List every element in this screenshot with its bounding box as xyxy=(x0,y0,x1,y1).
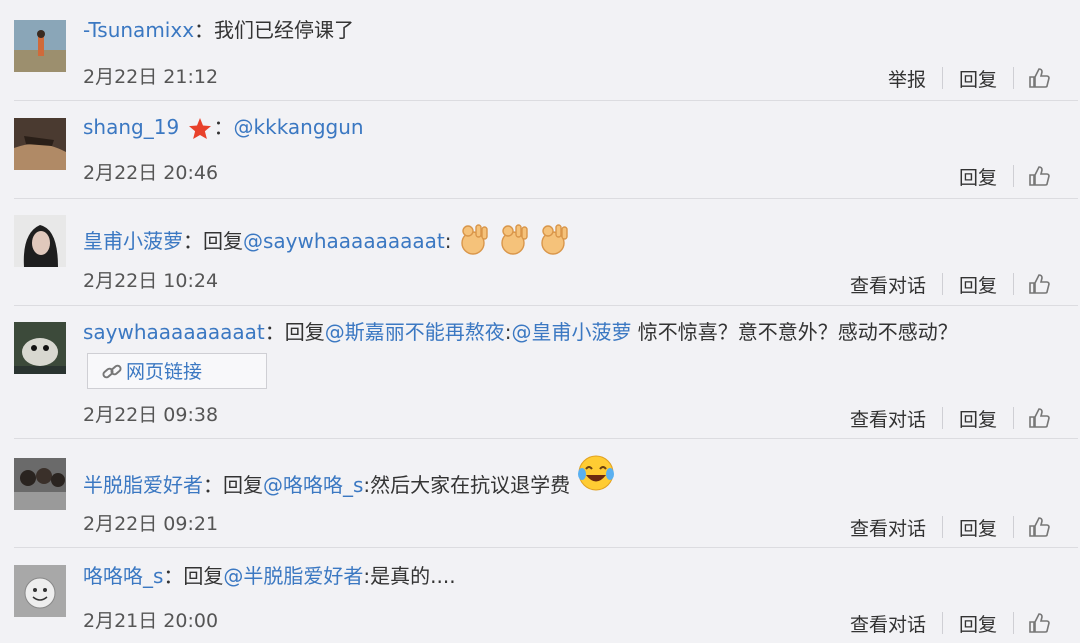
red-star-icon[interactable] xyxy=(188,117,212,141)
comment-item: -Tsunamixx：我们已经停课了 2月22日 21:12 举报 回复 xyxy=(0,0,1080,100)
comment-username[interactable]: 皇甫小菠萝 xyxy=(83,229,183,253)
reply-button[interactable]: 回复 xyxy=(943,163,1013,190)
comment-actions: 举报 回复 xyxy=(872,63,1050,93)
comment-timestamp: 2月22日 20:46 xyxy=(83,162,219,184)
thumbs-up-icon xyxy=(1029,274,1050,294)
comment-text: 我们已经停课了 xyxy=(214,18,355,42)
avatar[interactable] xyxy=(14,458,66,510)
thumbs-up-icon xyxy=(1029,68,1050,88)
view-conversation-button[interactable]: 查看对话 xyxy=(834,514,942,541)
reply-prefix: 回复 xyxy=(203,229,243,253)
ok-hand-emoji xyxy=(458,221,574,264)
comment-timestamp: 2月22日 09:21 xyxy=(83,513,219,535)
comment-content: shang_19 ：@kkkanggun xyxy=(83,113,364,141)
reply-prefix: 回复 xyxy=(223,473,263,497)
thumbs-up-icon xyxy=(1029,408,1050,428)
mention-link[interactable]: @半脱脂爱好者 xyxy=(223,564,363,588)
report-button[interactable]: 举报 xyxy=(872,65,942,92)
like-button[interactable] xyxy=(1014,612,1050,634)
tears-of-joy-emoji xyxy=(577,454,615,499)
mention-link[interactable]: @斯嘉丽不能再熬夜 xyxy=(325,320,505,344)
like-button[interactable] xyxy=(1014,67,1050,89)
colon-separator: ： xyxy=(213,115,234,139)
like-button[interactable] xyxy=(1014,273,1050,295)
view-conversation-button[interactable]: 查看对话 xyxy=(834,271,942,298)
comment-text: : xyxy=(444,229,452,253)
avatar[interactable] xyxy=(14,322,66,374)
comment-actions: 查看对话 回复 xyxy=(834,608,1050,638)
mention-link[interactable]: @kkkanggun xyxy=(234,115,364,139)
comment-text: 惊不惊喜？意不意外？感动不感动？ xyxy=(631,320,958,344)
thumbs-up-icon xyxy=(1029,166,1050,186)
avatar[interactable] xyxy=(14,565,66,617)
comment-timestamp: 2月22日 10:24 xyxy=(83,270,219,292)
colon-separator: ： xyxy=(163,564,184,588)
colon-separator: ： xyxy=(264,320,285,344)
mention-link[interactable]: @咯咯咯_s xyxy=(263,473,363,497)
comment-item: 半脱脂爱好者：回复@咯咯咯_s:然后大家在抗议退学费 2月22日 09:21 查… xyxy=(0,439,1080,547)
web-link-card[interactable]: 网页链接 xyxy=(87,353,267,389)
comment-actions: 查看对话 回复 xyxy=(834,512,1050,542)
reply-prefix: 回复 xyxy=(284,320,325,344)
like-button[interactable] xyxy=(1014,516,1050,538)
link-label: 网页链接 xyxy=(126,361,203,383)
mention-link[interactable]: @saywhaaaaaaaaat xyxy=(243,229,445,253)
avatar[interactable] xyxy=(14,118,66,170)
comment-content: -Tsunamixx：我们已经停课了 xyxy=(83,16,354,44)
reply-button[interactable]: 回复 xyxy=(943,405,1013,432)
view-conversation-button[interactable]: 查看对话 xyxy=(834,610,942,637)
comment-timestamp: 2月22日 09:38 xyxy=(83,404,219,426)
comment-timestamp: 2月21日 20:00 xyxy=(83,610,219,632)
like-button[interactable] xyxy=(1014,165,1050,187)
comment-actions: 查看对话 回复 xyxy=(834,269,1050,299)
comment-item: 皇甫小菠萝：回复@saywhaaaaaaaaat: 2月22日 10:24 查看… xyxy=(0,199,1080,305)
comment-username[interactable]: 咯咯咯_s xyxy=(83,564,163,588)
reply-button[interactable]: 回复 xyxy=(943,610,1013,637)
comment-username[interactable]: saywhaaaaaaaaat xyxy=(83,320,265,344)
comment-timestamp: 2月22日 21:12 xyxy=(83,66,219,88)
comment-actions: 回复 xyxy=(943,161,1050,191)
comment-username[interactable]: -Tsunamixx xyxy=(83,18,194,42)
colon-separator: ： xyxy=(203,473,223,497)
comment-text: :是真的.... xyxy=(363,564,456,588)
thumbs-up-icon xyxy=(1029,613,1050,633)
comment-item: saywhaaaaaaaaat：回复@斯嘉丽不能再熬夜:@皇甫小菠萝 惊不惊喜？… xyxy=(0,306,1080,438)
comment-content: 咯咯咯_s：回复@半脱脂爱好者:是真的.... xyxy=(83,562,456,590)
comment-content: 皇甫小菠萝：回复@saywhaaaaaaaaat: xyxy=(83,221,574,264)
avatar[interactable] xyxy=(14,215,66,267)
comment-content: 半脱脂爱好者：回复@咯咯咯_s:然后大家在抗议退学费 xyxy=(83,455,615,509)
reply-button[interactable]: 回复 xyxy=(943,271,1013,298)
comment-item: shang_19 ：@kkkanggun 2月22日 20:46 回复 xyxy=(0,101,1080,199)
avatar[interactable] xyxy=(14,20,66,72)
view-conversation-button[interactable]: 查看对话 xyxy=(834,405,942,432)
comment-actions: 查看对话 回复 xyxy=(834,403,1050,433)
comment-list: -Tsunamixx：我们已经停课了 2月22日 21:12 举报 回复 sha… xyxy=(0,0,1080,643)
comment-item: 咯咯咯_s：回复@半脱脂爱好者:是真的.... 2月21日 20:00 查看对话… xyxy=(0,548,1080,643)
link-icon xyxy=(102,364,122,379)
comment-username[interactable]: 半脱脂爱好者 xyxy=(83,473,203,497)
colon-separator: ： xyxy=(183,229,203,253)
reply-button[interactable]: 回复 xyxy=(943,514,1013,541)
reply-prefix: 回复 xyxy=(183,564,224,588)
thumbs-up-icon xyxy=(1029,517,1050,537)
mention-link[interactable]: @皇甫小菠萝 xyxy=(511,320,631,344)
colon-separator: ： xyxy=(194,18,215,42)
like-button[interactable] xyxy=(1014,407,1050,429)
reply-button[interactable]: 回复 xyxy=(943,65,1013,92)
comment-text: :然后大家在抗议退学费 xyxy=(363,473,571,497)
comment-username[interactable]: shang_19 xyxy=(83,115,179,139)
comment-content: saywhaaaaaaaaat：回复@斯嘉丽不能再熬夜:@皇甫小菠萝 惊不惊喜？… xyxy=(83,318,958,346)
